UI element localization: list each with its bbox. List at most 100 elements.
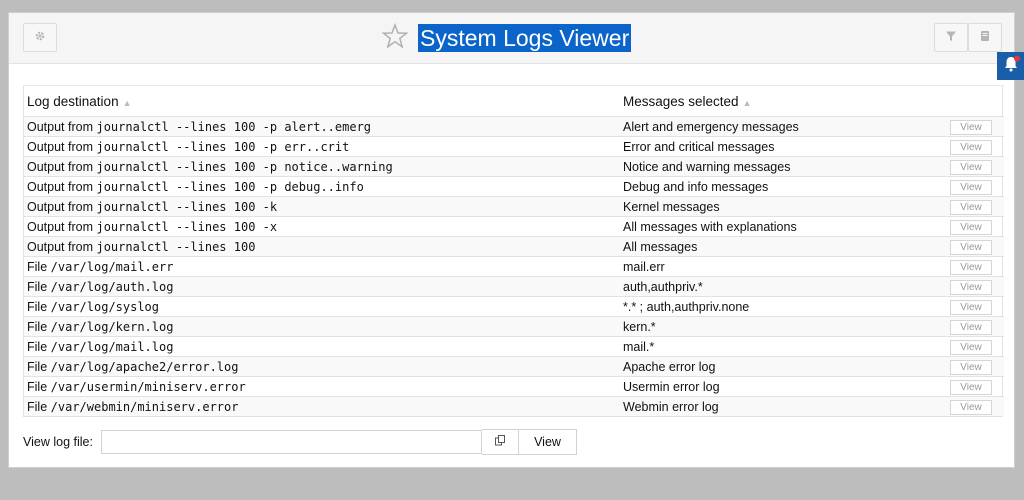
log-destination-prefix: Output from — [27, 199, 93, 214]
row-view-button[interactable]: View — [950, 139, 992, 155]
table-row: Output from journalctl --lines 100 -p de… — [24, 176, 1004, 197]
column-header-messages-selected[interactable]: Messages selected ▲ — [620, 85, 938, 117]
view-log-file-form: View log file: View — [23, 429, 577, 455]
messages-selected-cell: Kernel messages — [620, 196, 938, 217]
filter-icon — [945, 29, 957, 47]
table-row: File /var/log/mail.log mail.* View — [24, 336, 1004, 357]
sort-icon[interactable]: ▲ — [743, 98, 752, 108]
favorite-star-icon[interactable] — [381, 22, 409, 54]
logs-table-wrap: Log destination ▲ Messages selected ▲ Outp… — [23, 85, 1004, 417]
action-cell: View — [938, 396, 1004, 416]
table-row: Output from journalctl --lines 100 -k Ker… — [24, 196, 1004, 217]
log-destination-prefix: File — [27, 279, 48, 294]
action-cell: View — [938, 296, 1004, 317]
messages-selected-cell: mail.err — [620, 256, 938, 277]
notifications-tab[interactable] — [997, 52, 1024, 80]
log-destination-cell: File /var/log/mail.err — [24, 256, 620, 277]
row-view-button[interactable]: View — [950, 259, 992, 275]
action-cell: View — [938, 376, 1004, 397]
sort-icon[interactable]: ▲ — [123, 98, 132, 108]
log-destination-prefix: File — [27, 339, 48, 354]
file-chooser-button[interactable] — [482, 429, 519, 455]
table-row: Output from journalctl --lines 100 -p al… — [24, 116, 1004, 137]
table-row: File /var/webmin/miniserv.error Webmin er… — [24, 396, 1004, 416]
row-view-button[interactable]: View — [950, 179, 992, 195]
log-file-path-input[interactable] — [101, 430, 482, 454]
row-view-button[interactable]: View — [950, 279, 992, 295]
module-panel: System Logs Viewer Log destination ▲ Mess… — [8, 12, 1015, 468]
messages-selected-cell: mail.* — [620, 336, 938, 357]
messages-selected-cell: Usermin error log — [620, 376, 938, 397]
row-view-button[interactable]: View — [950, 159, 992, 175]
log-destination-cell: Output from journalctl --lines 100 -x — [24, 216, 620, 237]
log-destination-prefix: File — [27, 319, 48, 334]
log-destination-cell: File /var/log/apache2/error.log — [24, 356, 620, 377]
logs-table: Log destination ▲ Messages selected ▲ Outp… — [24, 85, 1004, 416]
log-destination-prefix: File — [27, 359, 48, 374]
messages-selected-cell: Notice and warning messages — [620, 156, 938, 177]
action-cell: View — [938, 316, 1004, 337]
table-header-row: Log destination ▲ Messages selected ▲ — [24, 85, 1004, 117]
column-header-actions — [938, 85, 1004, 117]
messages-selected-cell: Alert and emergency messages — [620, 116, 938, 137]
column-header-log-destination[interactable]: Log destination ▲ — [24, 85, 620, 117]
log-destination-cell: Output from journalctl --lines 100 — [24, 236, 620, 257]
log-destination-path: /var/log/syslog — [50, 299, 160, 314]
log-destination-cell: Output from journalctl --lines 100 -p al… — [24, 116, 620, 137]
log-destination-cell: File /var/log/syslog — [24, 296, 620, 317]
row-view-button[interactable]: View — [950, 239, 992, 255]
log-destination-cell: Output from journalctl --lines 100 -p no… — [24, 156, 620, 177]
book-icon — [979, 29, 991, 47]
log-destination-prefix: Output from — [27, 159, 93, 174]
messages-selected-cell: kern.* — [620, 316, 938, 337]
filter-button[interactable] — [934, 23, 968, 52]
row-view-button[interactable]: View — [950, 379, 992, 395]
log-destination-path: journalctl --lines 100 -x — [96, 219, 278, 234]
table-row: Output from journalctl --lines 100 All me… — [24, 236, 1004, 257]
module-header: System Logs Viewer — [9, 13, 1014, 64]
action-cell: View — [938, 176, 1004, 197]
log-destination-path: journalctl --lines 100 -p debug..info — [96, 179, 364, 194]
log-destination-cell: Output from journalctl --lines 100 -p de… — [24, 176, 620, 197]
messages-selected-cell: Error and critical messages — [620, 136, 938, 157]
log-destination-path: journalctl --lines 100 -p err..crit — [96, 139, 350, 154]
log-destination-path: /var/log/apache2/error.log — [50, 359, 239, 374]
action-cell: View — [938, 216, 1004, 237]
action-cell: View — [938, 236, 1004, 257]
row-view-button[interactable]: View — [950, 399, 992, 415]
action-cell: View — [938, 116, 1004, 137]
view-log-file-button[interactable]: View — [519, 429, 577, 455]
log-destination-prefix: File — [27, 379, 48, 394]
table-row: Output from journalctl --lines 100 -x All… — [24, 216, 1004, 237]
row-view-button[interactable]: View — [950, 219, 992, 235]
row-view-button[interactable]: View — [950, 319, 992, 335]
messages-selected-cell: Debug and info messages — [620, 176, 938, 197]
messages-selected-cell: *.* ; auth,authpriv.none — [620, 296, 938, 317]
table-row: File /var/log/apache2/error.log Apache er… — [24, 356, 1004, 377]
log-destination-path: /var/log/mail.log — [50, 339, 174, 354]
log-destination-path: /var/log/mail.err — [50, 259, 174, 274]
messages-selected-cell: All messages — [620, 236, 938, 257]
row-view-button[interactable]: View — [950, 339, 992, 355]
messages-selected-cell: auth,authpriv.* — [620, 276, 938, 297]
table-row: File /var/log/kern.log kern.* View — [24, 316, 1004, 337]
module-config-button[interactable] — [23, 23, 57, 52]
log-destination-path: journalctl --lines 100 — [96, 239, 256, 254]
action-cell: View — [938, 136, 1004, 157]
bell-icon — [1002, 55, 1020, 78]
row-view-button[interactable]: View — [950, 299, 992, 315]
log-destination-cell: File /var/log/kern.log — [24, 316, 620, 337]
log-destination-path: journalctl --lines 100 -p notice..warnin… — [96, 159, 393, 174]
view-log-file-label: View log file: — [23, 435, 93, 449]
row-view-button[interactable]: View — [950, 199, 992, 215]
log-destination-cell: File /var/log/auth.log — [24, 276, 620, 297]
action-cell: View — [938, 336, 1004, 357]
log-destination-cell: Output from journalctl --lines 100 -k — [24, 196, 620, 217]
messages-selected-cell: Webmin error log — [620, 396, 938, 416]
row-view-button[interactable]: View — [950, 359, 992, 375]
action-cell: View — [938, 256, 1004, 277]
help-book-button[interactable] — [968, 23, 1002, 52]
gear-icon — [34, 29, 46, 47]
row-view-button[interactable]: View — [950, 119, 992, 135]
log-destination-prefix: Output from — [27, 239, 93, 254]
